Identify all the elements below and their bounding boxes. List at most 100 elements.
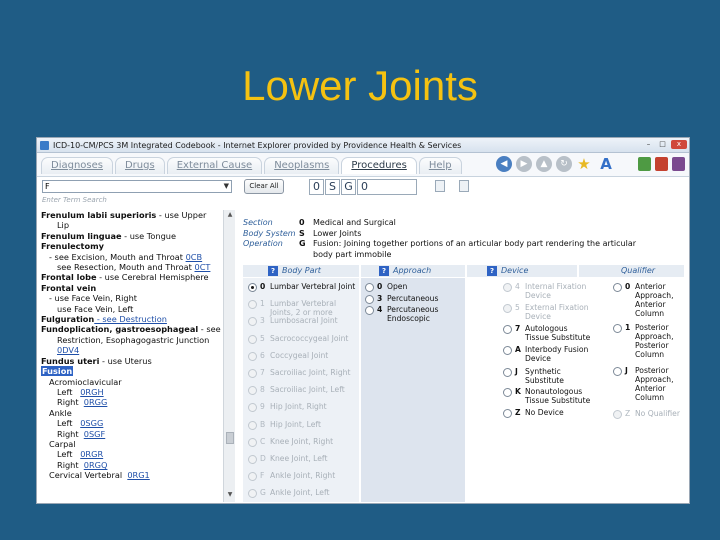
tab-drugs[interactable]: Drugs	[114, 157, 165, 174]
code-link[interactable]: 0RGH	[80, 387, 103, 397]
approaches-label: Percutaneous Endoscopic	[387, 305, 439, 323]
devices-option[interactable]: A Interbody Fusion Device	[503, 345, 593, 363]
radio-button[interactable]	[365, 294, 374, 304]
code-link[interactable]: 0CT	[194, 262, 210, 272]
col-device: ? Device	[467, 265, 577, 277]
index-text: Left	[57, 386, 81, 397]
maximize-button[interactable]: □	[657, 140, 668, 149]
code-link[interactable]: - see Destruction	[94, 314, 167, 324]
body_parts-option: D Knee Joint, Left	[248, 454, 358, 464]
devices-option[interactable]: Z No Device	[503, 408, 593, 418]
code-link[interactable]: 0RG1	[127, 470, 149, 480]
index-text[interactable]: Fusion	[41, 366, 74, 377]
body_parts-option[interactable]: 0 Lumbar Vertebral Joint	[248, 282, 358, 292]
devices-option[interactable]: K Nonautologous Tissue Substitute	[503, 387, 593, 405]
body_parts-option: 3 Lumbosacral Joint	[248, 316, 358, 327]
list-item: Carpal	[41, 439, 241, 449]
radio-button[interactable]	[503, 324, 512, 334]
back-arrow-icon[interactable]: ◀	[496, 156, 512, 172]
radio-button[interactable]	[613, 283, 622, 292]
scroll-up-icon[interactable]: ▲	[225, 211, 235, 221]
radio-button	[248, 455, 257, 464]
favorites-star-icon[interactable]: ★	[576, 156, 592, 172]
list-item: - use Face Vein, Right	[41, 293, 241, 303]
approaches-option[interactable]: 4 Percutaneous Endoscopic	[365, 305, 463, 323]
devices-option[interactable]: 7 Autologous Tissue Substitute	[503, 324, 593, 342]
index-scrollbar[interactable]: ▲ ▼	[223, 210, 235, 502]
approaches-option[interactable]: 3 Percutaneous	[365, 294, 463, 304]
radio-button[interactable]	[365, 306, 374, 315]
col-approach: ? Approach	[361, 265, 465, 277]
forward-arrow-icon[interactable]: ▶	[516, 156, 532, 172]
scroll-down-icon[interactable]: ▼	[225, 491, 235, 501]
copy-icon[interactable]	[435, 180, 445, 192]
close-button[interactable]: x	[671, 140, 687, 149]
list-item: Left 0RGR	[41, 449, 241, 459]
code-link[interactable]: 0SGF	[84, 429, 105, 439]
code-link[interactable]: 0RGR	[80, 449, 103, 459]
code-char-rest[interactable]: 0	[357, 179, 417, 195]
code-char-2[interactable]: S	[325, 179, 340, 195]
tab-help[interactable]: Help	[418, 157, 462, 174]
radio-button[interactable]	[613, 367, 622, 376]
code-link[interactable]: 0RGQ	[84, 460, 108, 470]
font-size-icon[interactable]: A	[596, 156, 616, 172]
help-badge-icon[interactable]: ?	[379, 265, 389, 276]
code-link[interactable]: 0CB	[186, 252, 203, 262]
table-cell-code: S	[299, 228, 305, 238]
search-row: F ▼ Enter Term Search Clear All 0 S G 0	[37, 177, 689, 204]
devices-label: Internal Fixation Device	[525, 282, 587, 300]
index-list: Frenulum labii superioris - use Upper Lip…	[41, 210, 241, 502]
clipboard-icon[interactable]	[459, 180, 469, 192]
minimize-button[interactable]: –	[643, 140, 654, 149]
code-char-3[interactable]: G	[341, 179, 356, 195]
radio-button[interactable]	[503, 408, 512, 418]
code-char-1[interactable]: 0	[309, 179, 324, 195]
list-item: Fundoplication, gastroesophageal - see	[41, 324, 241, 334]
books-icon[interactable]	[638, 157, 651, 171]
devices-label: No Device	[525, 407, 564, 417]
code-link[interactable]: 0SGG	[80, 418, 103, 428]
radio-button[interactable]	[365, 283, 374, 292]
qualifiers-option[interactable]: 0 Anterior Approach, Anterior Column	[613, 282, 688, 318]
up-arrow-icon[interactable]: ▲	[536, 156, 552, 172]
refresh-icon[interactable]: ↻	[556, 156, 572, 172]
qualifiers-code: 0	[625, 282, 631, 291]
tab-diagnoses[interactable]: Diagnoses	[41, 157, 113, 174]
radio-button[interactable]	[503, 345, 512, 355]
term-dropdown[interactable]: F ▼	[42, 180, 232, 193]
code-link[interactable]: 0RGG	[84, 397, 108, 407]
col-device-label: Device	[501, 266, 529, 275]
radio-button[interactable]	[613, 324, 622, 333]
tab-neoplasms[interactable]: Neoplasms	[264, 157, 340, 174]
radio-button[interactable]	[248, 283, 257, 292]
code-link[interactable]: 0DV4	[57, 345, 79, 355]
qualifiers-option[interactable]: J Posterior Approach, Anterior Column	[613, 366, 688, 402]
radio-button[interactable]	[503, 367, 512, 377]
body_parts-code: D	[260, 454, 266, 463]
radio-button	[248, 437, 257, 447]
qualifiers-option[interactable]: 1 Posterior Approach, Posterior Column	[613, 323, 688, 359]
approaches-option[interactable]: 0 Open	[365, 282, 463, 292]
body_parts-label: Sacrococcygeal Joint	[270, 333, 349, 343]
list-item: Fulguration - see Destruction	[41, 314, 241, 324]
body_parts-label: Hip Joint, Left	[270, 419, 321, 429]
body_parts-label: Lumbar Vertebral Joints, 2 or more	[270, 299, 337, 318]
list-item: Ankle	[41, 408, 241, 418]
book-red-icon[interactable]	[655, 157, 668, 171]
clear-all-button[interactable]: Clear All	[244, 179, 284, 194]
radio-button[interactable]	[503, 387, 512, 397]
help-badge-icon[interactable]: ?	[487, 265, 497, 276]
help-badge-icon[interactable]: ?	[268, 265, 278, 276]
tab-procedures[interactable]: Procedures	[341, 157, 417, 174]
body_parts-option: 5 Sacrococcygeal Joint	[248, 334, 358, 344]
approaches-code: 4	[377, 305, 383, 314]
tab-external-cause[interactable]: External Cause	[166, 157, 263, 174]
devices-option[interactable]: J Synthetic Substitute	[503, 367, 593, 385]
qualifiers-code: Z	[625, 409, 631, 418]
index-text: Left	[57, 418, 81, 429]
index-text: Left	[57, 449, 81, 460]
book-purple-icon[interactable]	[672, 157, 685, 171]
scroll-thumb[interactable]	[226, 432, 234, 444]
table-header-rows: Section 0 Medical and Surgical Body System S…	[243, 218, 683, 260]
